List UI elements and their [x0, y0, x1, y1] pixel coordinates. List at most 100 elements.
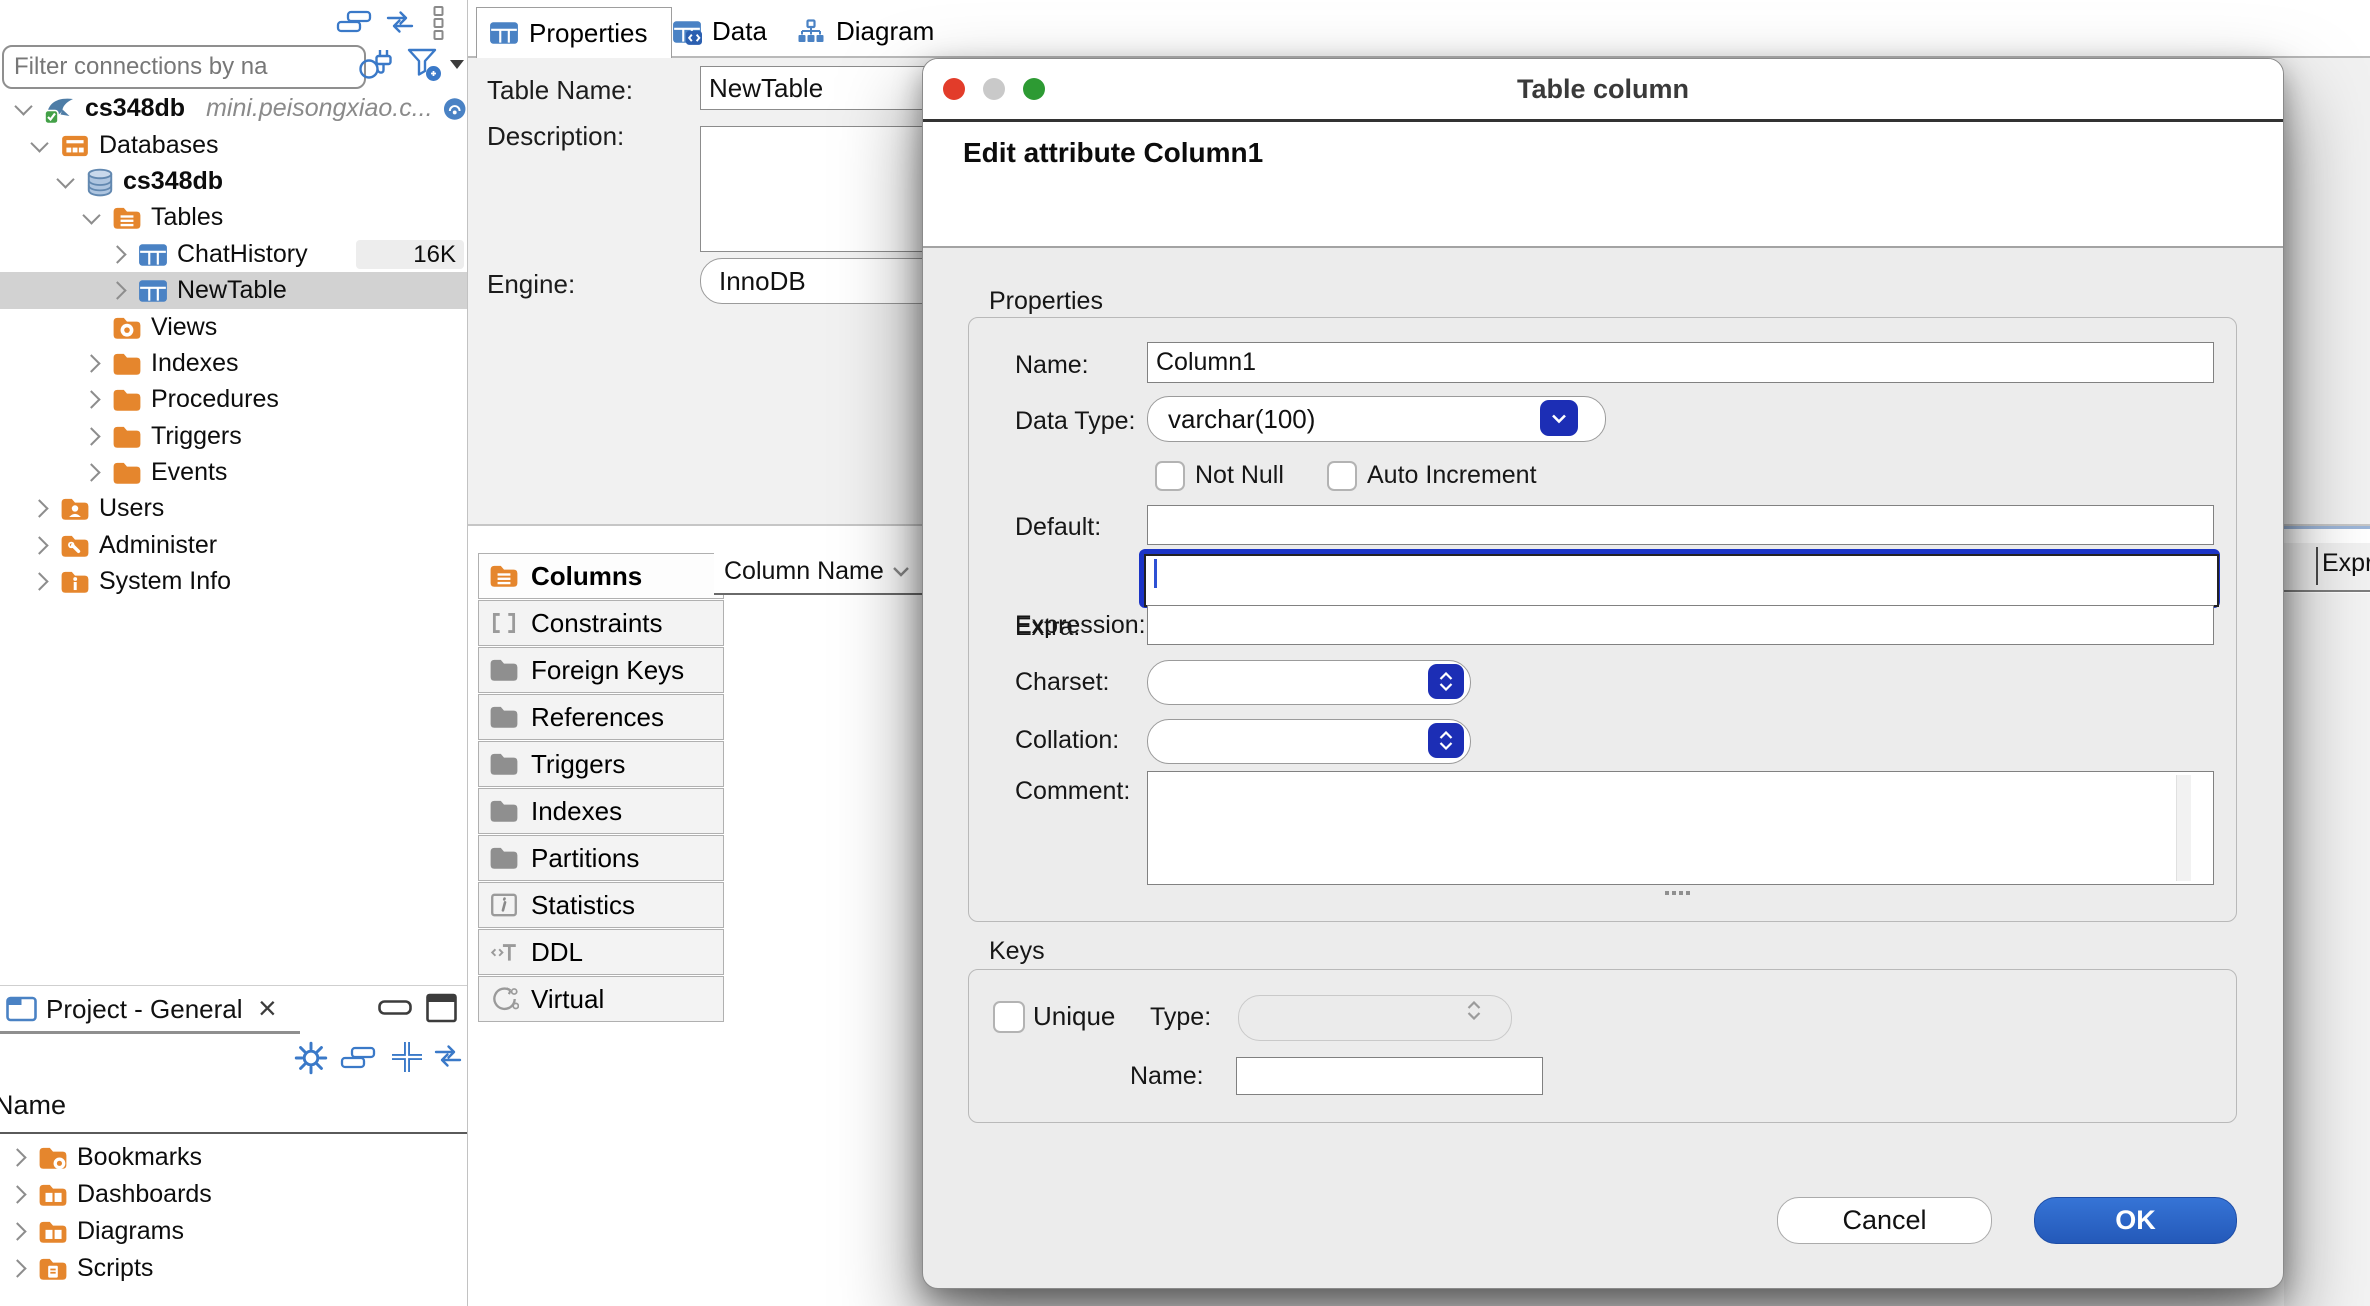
tree-item-chathistory[interactable]: ChatHistory 16K: [0, 236, 467, 273]
filter-connections-input[interactable]: [2, 45, 366, 89]
folder-icon: [489, 798, 519, 824]
tree-item-events[interactable]: Events: [0, 454, 467, 491]
expression-input[interactable]: [1147, 605, 2214, 645]
resize-grip[interactable]: [1665, 891, 1669, 895]
tree-item-newtable[interactable]: NewTable: [0, 272, 467, 309]
minimize-icon[interactable]: [378, 1000, 412, 1016]
data-type-dropdown-button[interactable]: [1540, 400, 1578, 436]
cancel-button[interactable]: Cancel: [1777, 1197, 1992, 1244]
tree-item-system-info[interactable]: System Info: [0, 563, 467, 600]
chevron-right-icon[interactable]: [30, 572, 48, 590]
subtab-label: References: [531, 702, 664, 733]
chevron-right-icon[interactable]: [8, 1185, 26, 1203]
tree-item-dashboards[interactable]: Dashboards: [0, 1176, 467, 1213]
tree-item-diagrams[interactable]: Diagrams: [0, 1213, 467, 1250]
chevron-right-icon[interactable]: [82, 463, 100, 481]
chevron-down-icon[interactable]: [82, 206, 100, 224]
tree-item-triggers[interactable]: Triggers: [0, 418, 467, 455]
close-icon[interactable]: ×: [258, 986, 277, 1030]
tree-item-users[interactable]: Users: [0, 490, 467, 527]
refresh-icon[interactable]: [384, 8, 416, 36]
collapse-all-icon[interactable]: [340, 1046, 376, 1072]
subtab-partitions[interactable]: Partitions: [478, 835, 724, 881]
subtab-triggers[interactable]: Triggers: [478, 741, 724, 787]
chevron-right-icon[interactable]: [8, 1222, 26, 1240]
subtab-references[interactable]: References: [478, 694, 724, 740]
overflow-menu-icon[interactable]: [432, 5, 445, 41]
ok-button[interactable]: OK: [2034, 1197, 2237, 1244]
chevron-down-icon[interactable]: [30, 134, 48, 152]
subtab-label: Partitions: [531, 843, 639, 874]
charset-stepper-button[interactable]: [1428, 664, 1464, 699]
chevron-right-icon[interactable]: [30, 536, 48, 554]
folder-icon: [489, 657, 519, 683]
extra-input-focus-ring: [1139, 549, 2220, 608]
comment-scrollbar[interactable]: [2176, 775, 2191, 881]
tree-item-administer[interactable]: Administer: [0, 527, 467, 564]
database-icon: [86, 167, 114, 197]
folder-icon: [112, 387, 142, 413]
chevron-down-icon[interactable]: [890, 564, 912, 578]
collation-stepper-button[interactable]: [1428, 723, 1464, 758]
add-icon[interactable]: [388, 1038, 426, 1076]
key-name-input[interactable]: [1236, 1057, 1543, 1095]
tab-data[interactable]: Data: [666, 7, 788, 56]
filter-icon[interactable]: [406, 47, 444, 85]
subtab-ddl[interactable]: DDL: [478, 929, 724, 975]
tree-item-bookmarks[interactable]: Bookmarks: [0, 1139, 467, 1176]
data-type-combo[interactable]: varchar(100): [1147, 396, 1606, 442]
chevron-up-icon: [1438, 672, 1454, 681]
engine-value: InnoDB: [719, 266, 806, 297]
chevron-down-icon[interactable]: [56, 170, 74, 188]
chevron-right-icon[interactable]: [108, 281, 126, 299]
chevron-right-icon[interactable]: [30, 499, 48, 517]
collapse-all-icon[interactable]: [336, 10, 372, 36]
chevron-right-icon[interactable]: [82, 390, 100, 408]
charset-label: Charset:: [1015, 661, 1109, 703]
subtab-columns[interactable]: Columns: [478, 553, 724, 599]
tab-diagram[interactable]: Diagram: [790, 7, 946, 56]
tree-item-procedures[interactable]: Procedures: [0, 381, 467, 418]
tree-label: Databases: [99, 131, 219, 160]
tab-project-general[interactable]: Project - General: [46, 986, 243, 1032]
subtab-virtual[interactable]: Virtual: [478, 976, 724, 1022]
auto-increment-checkbox[interactable]: [1327, 461, 1357, 491]
chevron-right-icon[interactable]: [108, 245, 126, 263]
subtab-label: Indexes: [531, 796, 622, 827]
tree-item-database-cs348db[interactable]: cs348db: [0, 163, 467, 200]
subtab-label: Columns: [531, 561, 642, 592]
chevron-down-icon[interactable]: [14, 97, 32, 115]
comment-textarea[interactable]: [1147, 771, 2214, 885]
charset-combo[interactable]: [1147, 660, 1471, 705]
subtab-statistics[interactable]: Statistics: [478, 882, 724, 928]
chevron-right-icon[interactable]: [8, 1259, 26, 1277]
tab-properties[interactable]: Properties: [476, 7, 672, 58]
gear-icon[interactable]: [294, 1041, 328, 1075]
default-input[interactable]: [1147, 505, 2214, 545]
filter-dropdown-arrow-icon[interactable]: [450, 60, 464, 69]
subtab-foreign-keys[interactable]: Foreign Keys: [478, 647, 724, 693]
subtab-indexes[interactable]: Indexes: [478, 788, 724, 834]
chevron-right-icon[interactable]: [82, 427, 100, 445]
extra-input[interactable]: [1144, 554, 2219, 607]
refresh-icon[interactable]: [432, 1042, 464, 1070]
chevron-right-icon[interactable]: [8, 1148, 26, 1166]
chevron-right-icon[interactable]: [82, 354, 100, 372]
tree-item-tables[interactable]: Tables: [0, 199, 467, 236]
connect-icon[interactable]: [356, 46, 396, 84]
tree-item-scripts[interactable]: Scripts: [0, 1250, 467, 1287]
column-name-input[interactable]: [1147, 342, 2214, 383]
tree-item-views[interactable]: Views: [0, 309, 467, 346]
tree-item-connection[interactable]: cs348db mini.peisongxiao.c...: [0, 90, 467, 127]
subtab-label: Virtual: [531, 984, 604, 1015]
subtab-constraints[interactable]: Constraints: [478, 600, 724, 646]
tree-label: Dashboards: [77, 1180, 212, 1209]
key-type-label: Type:: [1150, 997, 1211, 1037]
unique-checkbox[interactable]: [993, 1001, 1025, 1033]
tree-item-databases[interactable]: Databases: [0, 127, 467, 164]
collation-combo[interactable]: [1147, 719, 1471, 764]
not-null-checkbox[interactable]: [1155, 461, 1185, 491]
tree-item-indexes[interactable]: Indexes: [0, 345, 467, 382]
chevron-up-icon: [1438, 731, 1454, 740]
maximize-icon[interactable]: [426, 993, 458, 1023]
